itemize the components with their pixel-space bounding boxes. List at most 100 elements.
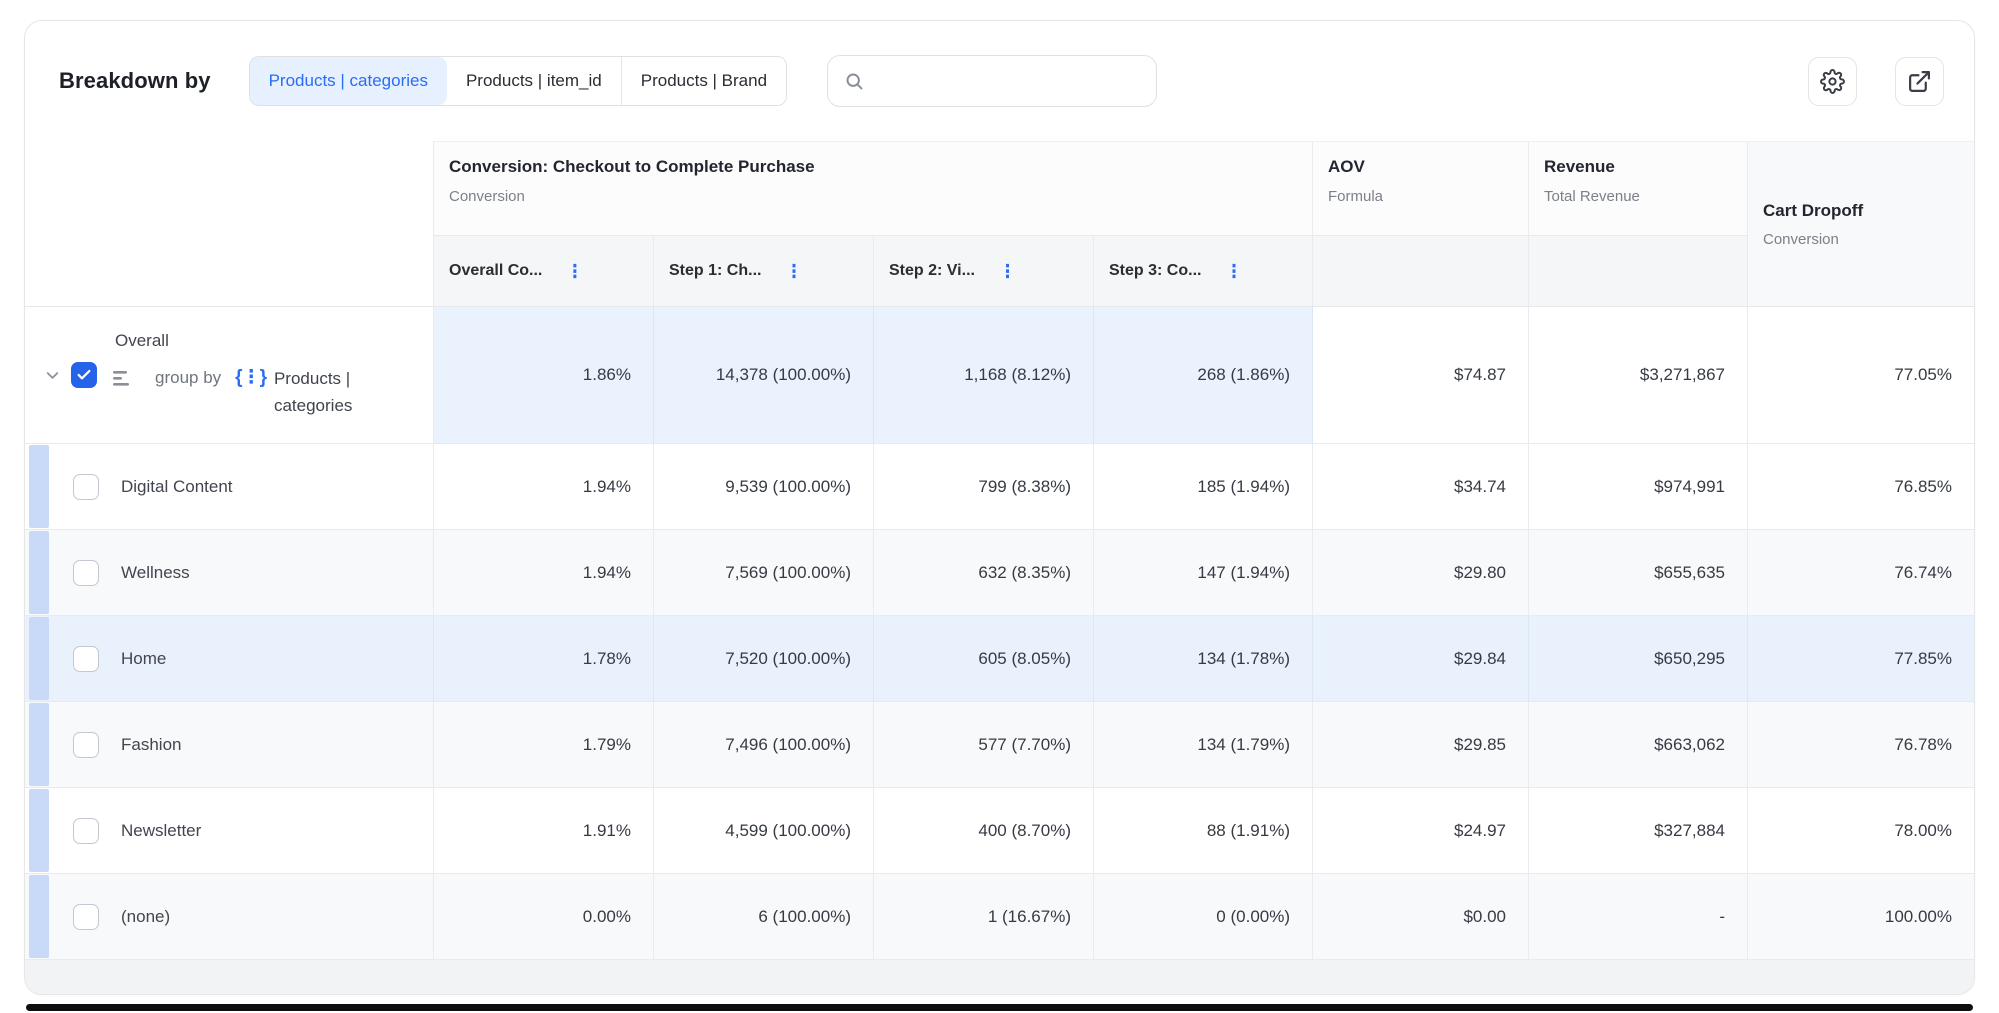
cell-step-3: 88 (1.91%) — [1094, 788, 1313, 873]
row-label: Fashion — [121, 735, 181, 755]
row-checkbox[interactable] — [73, 646, 99, 672]
property-braces-icon: {⋮} — [235, 366, 266, 389]
row-label: Overall — [115, 331, 396, 351]
cell-step-1: 14,378 (100.00%) — [654, 307, 874, 443]
overall-checkbox[interactable] — [71, 362, 97, 388]
cell-step-1: 9,539 (100.00%) — [654, 444, 874, 529]
row-checkbox[interactable] — [73, 732, 99, 758]
card-header: Breakdown by Products | categories Produ… — [25, 21, 1974, 141]
cell-aov: $24.97 — [1313, 788, 1529, 873]
search-box[interactable] — [827, 55, 1157, 107]
row-label: Digital Content — [121, 477, 233, 497]
cell-step-3: 0 (0.00%) — [1094, 874, 1313, 959]
kebab-menu-icon[interactable]: ⋮ — [566, 262, 583, 281]
subcolumn-empty — [1529, 236, 1748, 306]
column-group-subtitle: Conversion — [1763, 231, 1960, 248]
subcolumn-step-2[interactable]: Step 2: Vi... ⋮ — [874, 236, 1094, 306]
column-group-title: Conversion: Checkout to Complete Purchas… — [449, 157, 1298, 177]
row-indicator-strip — [29, 531, 49, 614]
row-checkbox[interactable] — [73, 818, 99, 844]
table-row-wellness[interactable]: Wellness 1.94% 7,569 (100.00%) 632 (8.35… — [25, 530, 1974, 616]
row-indicator-strip — [29, 445, 49, 528]
cell-overall-conversion: 1.86% — [434, 307, 654, 443]
column-group-subtitle: Total Revenue — [1544, 188, 1733, 205]
subcolumn-step-3[interactable]: Step 3: Co... ⋮ — [1094, 236, 1313, 306]
cell-revenue: $3,271,867 — [1529, 307, 1748, 443]
check-icon — [76, 367, 92, 383]
table-row-none[interactable]: (none) 0.00% 6 (100.00%) 1 (16.67%) 0 (0… — [25, 874, 1974, 960]
cell-cart-dropoff: 76.74% — [1748, 530, 1974, 615]
gear-icon — [1820, 69, 1845, 94]
column-group-conversion: Conversion: Checkout to Complete Purchas… — [434, 141, 1313, 236]
settings-button[interactable] — [1808, 57, 1857, 106]
row-label-cell: (none) — [25, 874, 434, 959]
cell-step-3: 134 (1.79%) — [1094, 702, 1313, 787]
cell-aov: $29.84 — [1313, 616, 1529, 701]
header-actions — [1808, 57, 1944, 106]
chevron-down-icon[interactable] — [41, 366, 63, 385]
cell-step-3: 185 (1.94%) — [1094, 444, 1313, 529]
cell-step-2: 577 (7.70%) — [874, 702, 1094, 787]
kebab-menu-icon[interactable]: ⋮ — [999, 262, 1016, 281]
row-label-cell: Newsletter — [25, 788, 434, 873]
cell-step-2: 1,168 (8.12%) — [874, 307, 1094, 443]
cell-step-2: 1 (16.67%) — [874, 874, 1094, 959]
cell-revenue: $327,884 — [1529, 788, 1748, 873]
cell-overall-conversion: 1.94% — [434, 444, 654, 529]
cell-step-3: 134 (1.78%) — [1094, 616, 1313, 701]
row-indicator-strip — [29, 703, 49, 786]
tab-products-item-id[interactable]: Products | item_id — [447, 57, 621, 105]
column-group-revenue: Revenue Total Revenue — [1529, 141, 1748, 236]
cell-cart-dropoff: 77.85% — [1748, 616, 1974, 701]
cell-overall-conversion: 1.91% — [434, 788, 654, 873]
cell-step-3: 268 (1.86%) — [1094, 307, 1313, 443]
open-external-icon — [1907, 69, 1932, 94]
cell-step-1: 7,569 (100.00%) — [654, 530, 874, 615]
subcolumn-step-1[interactable]: Step 1: Ch... ⋮ — [654, 236, 874, 306]
table-row-digital-content[interactable]: Digital Content 1.94% 9,539 (100.00%) 79… — [25, 444, 1974, 530]
tab-label: Products | item_id — [466, 71, 602, 91]
export-button[interactable] — [1895, 57, 1944, 106]
column-group-title: AOV — [1328, 157, 1514, 177]
search-input[interactable] — [875, 71, 1142, 91]
overall-label-cell: Overall group by {⋮} Products | categori… — [25, 307, 434, 443]
table-row-home[interactable]: Home 1.78% 7,520 (100.00%) 605 (8.05%) 1… — [25, 616, 1974, 702]
row-checkbox[interactable] — [73, 560, 99, 586]
row-label-cell: Digital Content — [25, 444, 434, 529]
cell-aov: $29.80 — [1313, 530, 1529, 615]
row-checkbox[interactable] — [73, 904, 99, 930]
cell-step-1: 4,599 (100.00%) — [654, 788, 874, 873]
group-by-line: group by {⋮} Products | categories — [113, 365, 396, 419]
row-checkbox[interactable] — [73, 474, 99, 500]
column-group-subtitle: Conversion — [449, 188, 1298, 205]
row-label: Home — [121, 649, 166, 669]
table-row-newsletter[interactable]: Newsletter 1.91% 4,599 (100.00%) 400 (8.… — [25, 788, 1974, 874]
kebab-menu-icon[interactable]: ⋮ — [785, 262, 802, 281]
cell-step-1: 6 (100.00%) — [654, 874, 874, 959]
cell-aov: $34.74 — [1313, 444, 1529, 529]
breakdown-tab-group: Products | categories Products | item_id… — [249, 56, 787, 106]
table-row-fashion[interactable]: Fashion 1.79% 7,496 (100.00%) 577 (7.70%… — [25, 702, 1974, 788]
cell-step-2: 605 (8.05%) — [874, 616, 1094, 701]
cell-revenue: $650,295 — [1529, 616, 1748, 701]
cell-step-1: 7,496 (100.00%) — [654, 702, 874, 787]
tab-products-categories[interactable]: Products | categories — [250, 57, 447, 105]
subcolumn-empty — [1313, 236, 1529, 306]
overall-label-block: Overall group by {⋮} Products | categori… — [113, 331, 396, 419]
row-indicator-strip — [29, 789, 49, 872]
tab-products-brand[interactable]: Products | Brand — [621, 57, 786, 105]
tab-label: Products | Brand — [641, 71, 767, 91]
search-icon — [844, 71, 865, 92]
group-by-value: Products | categories — [274, 365, 396, 419]
cell-overall-conversion: 0.00% — [434, 874, 654, 959]
row-label-cell: Wellness — [25, 530, 434, 615]
kebab-menu-icon[interactable]: ⋮ — [1225, 262, 1242, 281]
screen-bottom-bar — [26, 1004, 1973, 1011]
column-group-title: Cart Dropoff — [1763, 201, 1960, 221]
subcolumn-overall-conversion[interactable]: Overall Co... ⋮ — [434, 236, 654, 306]
table-row-overall[interactable]: Overall group by {⋮} Products | categori… — [25, 307, 1974, 444]
cell-revenue: - — [1529, 874, 1748, 959]
cell-cart-dropoff: 78.00% — [1748, 788, 1974, 873]
row-label-cell: Fashion — [25, 702, 434, 787]
screen: Breakdown by Products | categories Produ… — [0, 0, 1999, 1013]
